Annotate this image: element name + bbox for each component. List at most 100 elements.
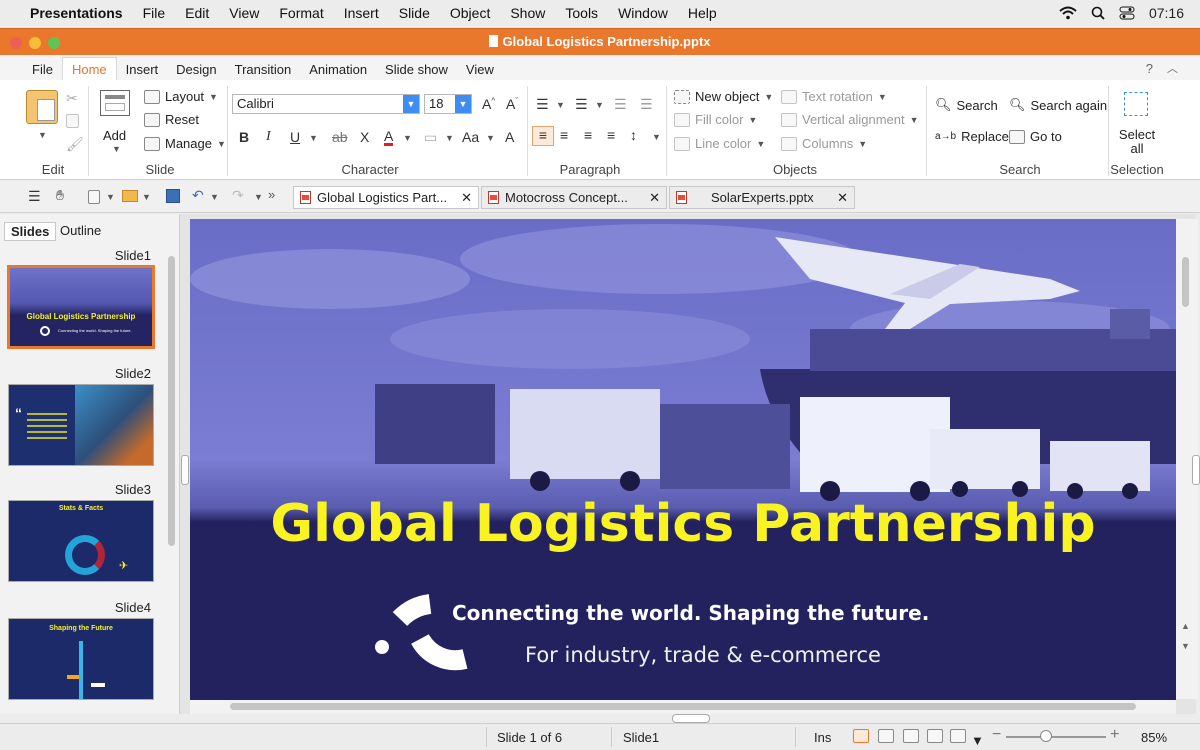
open-folder-icon[interactable]: [122, 190, 138, 202]
underline-button[interactable]: U: [290, 129, 300, 145]
font-dropdown-icon[interactable]: ▼: [403, 95, 419, 113]
text-effects-icon[interactable]: A: [505, 129, 514, 145]
normal-view-icon[interactable]: [853, 729, 869, 743]
align-right-button[interactable]: ≡: [584, 127, 592, 143]
text-rotation-button[interactable]: Text rotation ▼: [781, 89, 887, 104]
paste-icon[interactable]: [26, 90, 58, 124]
slide-tagline[interactable]: Connecting the world. Shaping the future…: [452, 601, 929, 625]
font-color-button[interactable]: A: [384, 129, 394, 146]
horizontal-scrollbar[interactable]: [190, 700, 1176, 714]
menu-insert[interactable]: Insert: [334, 5, 389, 21]
slideshow-icon[interactable]: [950, 729, 966, 743]
undo-dropdown-icon[interactable]: ▼: [210, 192, 219, 202]
save-icon[interactable]: [166, 189, 180, 203]
tab-insert[interactable]: Insert: [117, 62, 168, 81]
app-menu[interactable]: Presentations: [20, 5, 133, 21]
font-size-field[interactable]: 18 ▼: [424, 94, 472, 114]
tab-transition[interactable]: Transition: [226, 62, 301, 81]
underline-dropdown-icon[interactable]: ▼: [309, 133, 318, 143]
tab-file[interactable]: File: [23, 62, 62, 81]
wifi-icon[interactable]: [1059, 6, 1077, 20]
change-case-icon[interactable]: Aa: [462, 129, 479, 145]
cut-icon[interactable]: ✂: [66, 90, 78, 107]
font-size-dropdown-icon[interactable]: ▼: [455, 95, 471, 113]
new-object-button[interactable]: New object ▼: [674, 89, 773, 104]
line-color-button[interactable]: Line color ▼: [674, 136, 765, 151]
bottom-panel-handle[interactable]: [672, 714, 710, 723]
panel-scrollbar[interactable]: [168, 256, 175, 546]
slide-1[interactable]: Global Logistics Partnership Connecting …: [190, 219, 1176, 700]
menu-tools[interactable]: Tools: [555, 5, 608, 21]
highlight-icon[interactable]: ▭: [424, 129, 437, 146]
scroll-down-icon[interactable]: ▼: [1181, 641, 1190, 651]
layout-button[interactable]: Layout ▼: [144, 89, 218, 104]
tab-design[interactable]: Design: [167, 62, 225, 81]
insert-mode[interactable]: Ins: [814, 730, 831, 745]
menu-help[interactable]: Help: [678, 5, 727, 21]
slide-sorter-icon[interactable]: [878, 729, 894, 743]
bullets-icon[interactable]: ☰: [536, 96, 549, 113]
zoom-out-icon[interactable]: −: [992, 726, 1001, 744]
format-painter-icon[interactable]: 🖌: [66, 136, 84, 153]
doc-tab-global-logistics[interactable]: Global Logistics Part... ✕: [293, 186, 479, 209]
doc-tab-motocross[interactable]: Motocross Concept... ✕: [481, 186, 667, 209]
columns-button[interactable]: Columns ▼: [781, 136, 867, 151]
manage-button[interactable]: Manage ▼: [144, 136, 226, 151]
tab-view[interactable]: View: [457, 62, 503, 81]
menu-file[interactable]: File: [133, 5, 176, 21]
align-left-button[interactable]: ≡: [532, 126, 554, 146]
zoom-slider[interactable]: [1006, 736, 1106, 738]
zoom-in-icon[interactable]: +: [1110, 726, 1119, 744]
paste-dropdown-icon[interactable]: ▼: [38, 130, 47, 140]
close-tab-icon[interactable]: ✕: [461, 190, 472, 206]
redo-icon[interactable]: ↷: [232, 187, 244, 204]
select-all-icon[interactable]: [1124, 92, 1148, 116]
line-spacing-dropdown-icon[interactable]: ▼: [652, 132, 661, 142]
more-tools-icon[interactable]: »: [268, 187, 275, 202]
font-name-field[interactable]: Calibri ▼: [232, 94, 420, 114]
close-tab-icon[interactable]: ✕: [837, 190, 848, 206]
copy-icon[interactable]: [66, 114, 79, 128]
undo-icon[interactable]: ↶: [192, 187, 204, 204]
strikethrough-button[interactable]: ab: [332, 129, 348, 145]
tab-outline[interactable]: Outline: [54, 222, 107, 239]
new-document-icon[interactable]: [88, 190, 100, 204]
menu-slide[interactable]: Slide: [389, 5, 440, 21]
align-center-button[interactable]: ≡: [560, 127, 568, 143]
horizontal-scroll-thumb[interactable]: [230, 703, 1136, 710]
menu-object[interactable]: Object: [440, 5, 500, 21]
bold-button[interactable]: B: [239, 129, 249, 145]
sidebar-toggle-icon[interactable]: ☰: [28, 188, 41, 205]
menu-show[interactable]: Show: [500, 5, 555, 21]
zoom-level[interactable]: 85%: [1141, 730, 1167, 745]
outline-view-icon[interactable]: [903, 729, 919, 743]
vertical-scroll-thumb[interactable]: [1182, 257, 1189, 307]
justify-button[interactable]: ≡: [607, 127, 615, 143]
menu-window[interactable]: Window: [608, 5, 678, 21]
fill-color-button[interactable]: Fill color ▼: [674, 112, 757, 127]
font-color-dropdown-icon[interactable]: ▼: [403, 133, 412, 143]
slideshow-dropdown-icon[interactable]: ▼: [971, 733, 984, 748]
redo-dropdown-icon[interactable]: ▼: [254, 192, 263, 202]
numbering-icon[interactable]: ☰: [575, 96, 588, 113]
menu-view[interactable]: View: [219, 5, 269, 21]
numbering-dropdown-icon[interactable]: ▼: [595, 100, 604, 110]
search-again-button[interactable]: 🔍︎ Search again: [1009, 97, 1107, 113]
change-case-dropdown-icon[interactable]: ▼: [486, 133, 495, 143]
search-icon[interactable]: [1091, 6, 1105, 20]
italic-button[interactable]: I: [266, 129, 271, 145]
go-to-button[interactable]: Go to: [1009, 129, 1062, 144]
increase-indent-icon[interactable]: ☰: [640, 96, 653, 113]
select-all-button[interactable]: Select all: [1114, 128, 1160, 156]
zoom-slider-knob[interactable]: [1040, 730, 1052, 742]
tab-slides[interactable]: Slides: [4, 222, 57, 241]
scroll-up-icon[interactable]: ▲: [1181, 621, 1190, 631]
clear-format-icon[interactable]: X: [360, 129, 369, 145]
add-slide-icon[interactable]: [100, 90, 130, 116]
vertical-alignment-button[interactable]: Vertical alignment ▼: [781, 112, 919, 127]
menu-edit[interactable]: Edit: [175, 5, 219, 21]
tab-animation[interactable]: Animation: [300, 62, 376, 81]
bullets-dropdown-icon[interactable]: ▼: [556, 100, 565, 110]
slide-thumbnail-1[interactable]: Global Logistics Partnership Connecting …: [8, 266, 154, 348]
highlight-dropdown-icon[interactable]: ▼: [445, 133, 454, 143]
